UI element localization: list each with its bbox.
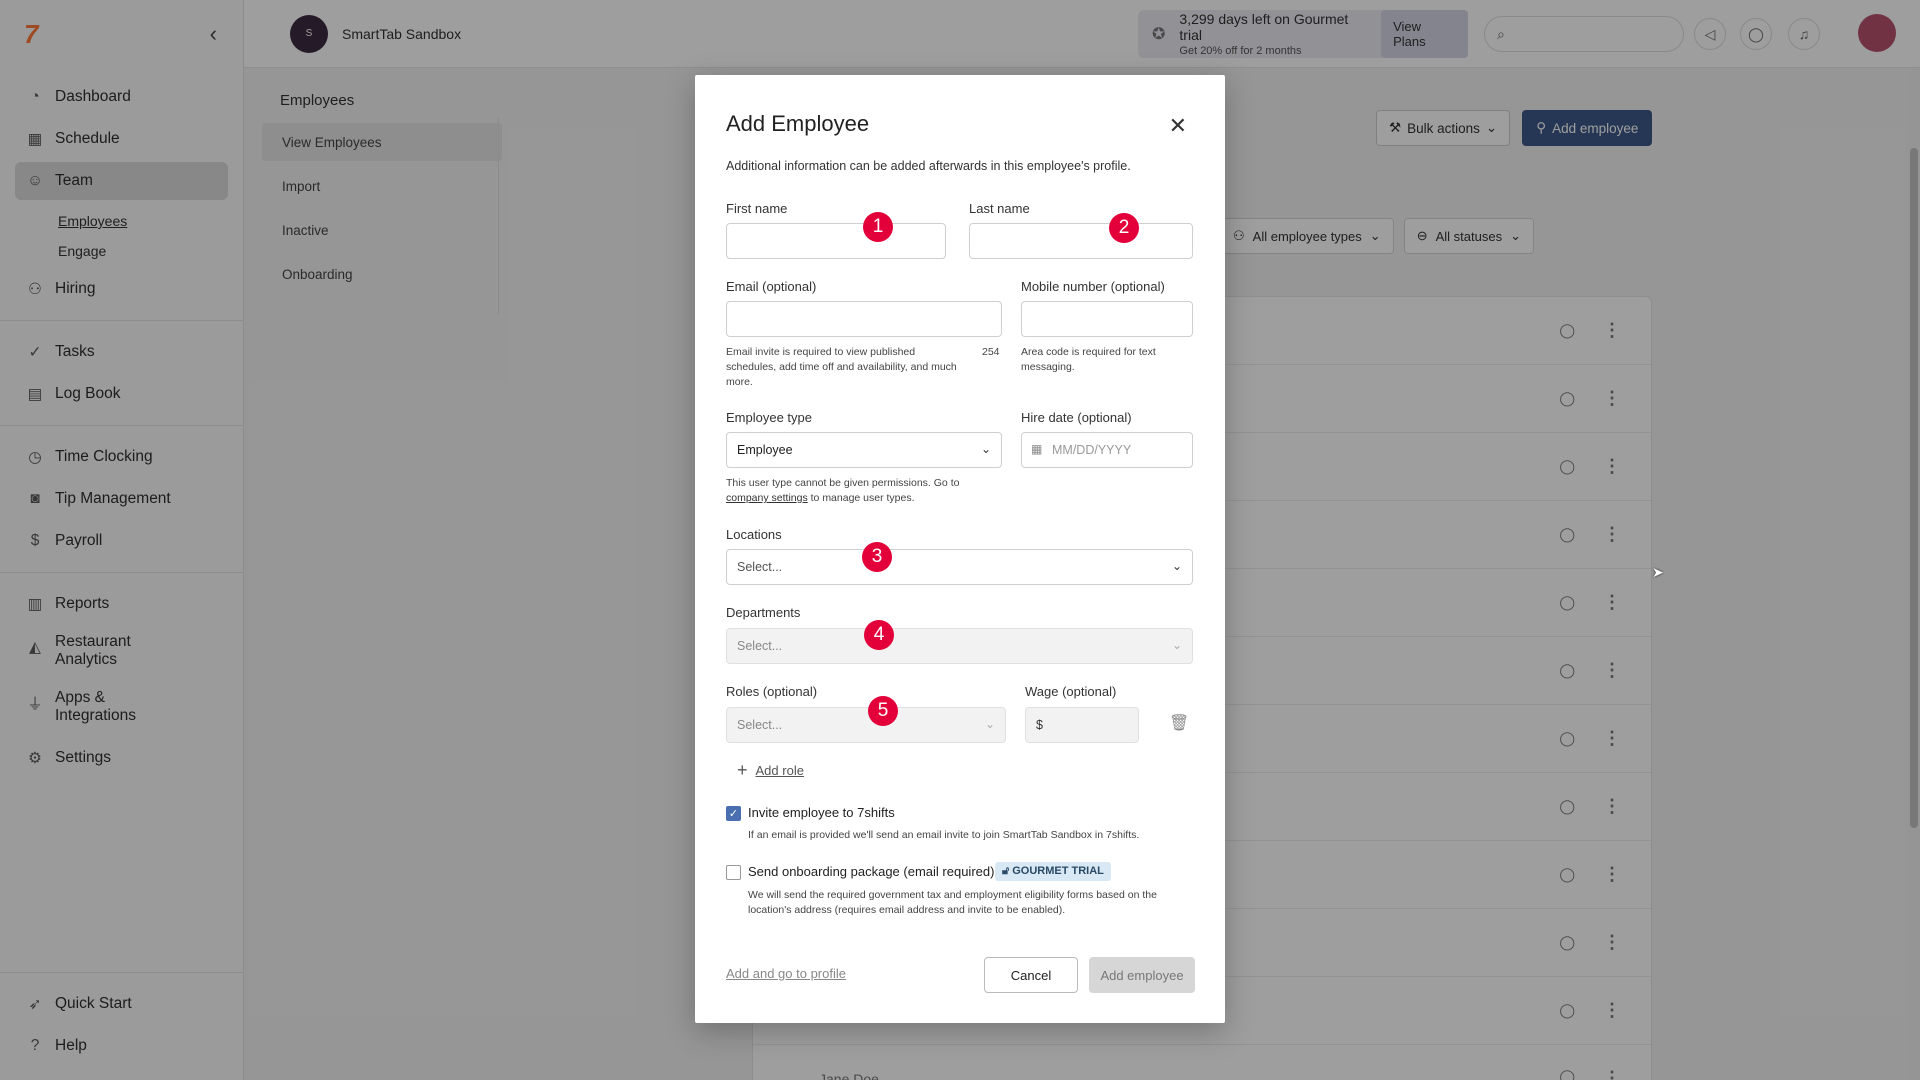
chevron-down-icon: ⌄ [1171, 638, 1182, 652]
submit-add-employee-button[interactable]: Add employee [1089, 957, 1195, 993]
mouse-cursor-icon: ➤ [1652, 564, 1664, 580]
add-and-go-to-profile-link[interactable]: Add and go to profile [726, 966, 846, 981]
annotation-badge-4: 4 [864, 620, 894, 650]
invite-label: Invite employee to 7shifts [748, 805, 895, 820]
invite-sublabel: If an email is provided we'll send an em… [748, 829, 1140, 841]
email-hint: Email invite is required to view publish… [726, 346, 957, 388]
hire-date-input[interactable]: ▦ MM/DD/YYYY [1021, 432, 1193, 468]
email-input[interactable] [726, 301, 1002, 337]
unlock-icon: 🔓︎ [1002, 865, 1010, 877]
hire-date-placeholder: MM/DD/YYYY [1052, 443, 1132, 457]
company-settings-link[interactable]: company settings [726, 492, 808, 504]
chevron-down-icon: ⌄ [980, 442, 991, 456]
plus-icon: + [737, 760, 748, 780]
calendar-icon: ▦ [1031, 442, 1043, 456]
annotation-badge-5: 5 [868, 696, 898, 726]
mobile-hint: Area code is required for text messaging… [1021, 346, 1156, 373]
add-role-button[interactable]: + Add role [737, 760, 804, 781]
close-icon[interactable]: ✕ [1169, 113, 1187, 139]
modal-title: Add Employee [726, 111, 870, 136]
annotation-badge-3: 3 [862, 542, 892, 572]
gourmet-trial-badge: 🔓︎ GOURMET TRIAL [995, 862, 1111, 881]
onboarding-label: Send onboarding package (email required) [748, 864, 995, 879]
employee-type-select[interactable]: Employee ⌄ [726, 432, 1002, 468]
modal-description: Additional information can be added afte… [726, 159, 1131, 173]
departments-label: Departments [726, 605, 801, 620]
last-name-input[interactable] [969, 223, 1193, 259]
first-name-label: First name [726, 201, 788, 216]
departments-select[interactable]: Select... ⌄ [726, 628, 1193, 664]
email-label: Email (optional) [726, 279, 817, 294]
employee-type-value: Employee [737, 443, 793, 457]
annotation-badge-1: 1 [863, 212, 893, 242]
wage-prefix: $ [1036, 718, 1043, 732]
add-employee-modal: Add Employee ✕ Additional information ca… [695, 75, 1225, 1023]
employee-type-label: Employee type [726, 410, 812, 425]
cancel-button[interactable]: Cancel [984, 957, 1078, 993]
email-char-counter: 254 [982, 346, 1000, 358]
trash-icon[interactable]: 🗑 [1169, 713, 1189, 733]
roles-label: Roles (optional) [726, 684, 818, 699]
roles-placeholder: Select... [737, 718, 783, 732]
locations-placeholder: Select... [737, 560, 783, 574]
invite-checkbox[interactable]: ✓ [726, 806, 741, 821]
onboarding-sublabel: We will send the required government tax… [748, 889, 1157, 916]
wage-input[interactable]: $ [1025, 707, 1139, 743]
chevron-down-icon: ⌄ [1171, 559, 1182, 573]
first-name-input[interactable] [726, 223, 946, 259]
chevron-down-icon: ⌄ [984, 717, 995, 731]
hire-date-label: Hire date (optional) [1021, 410, 1132, 425]
departments-placeholder: Select... [737, 639, 783, 653]
locations-label: Locations [726, 527, 782, 542]
wage-label: Wage (optional) [1025, 684, 1117, 699]
last-name-label: Last name [969, 201, 1030, 216]
mobile-input[interactable] [1021, 301, 1193, 337]
onboarding-checkbox[interactable] [726, 865, 741, 880]
annotation-badge-2: 2 [1109, 213, 1139, 243]
employee-type-hint: This user type cannot be given permissio… [726, 477, 960, 504]
mobile-label: Mobile number (optional) [1021, 279, 1165, 294]
roles-select[interactable]: Select... ⌄ [726, 707, 1006, 743]
locations-select[interactable]: Select... ⌄ [726, 549, 1193, 585]
